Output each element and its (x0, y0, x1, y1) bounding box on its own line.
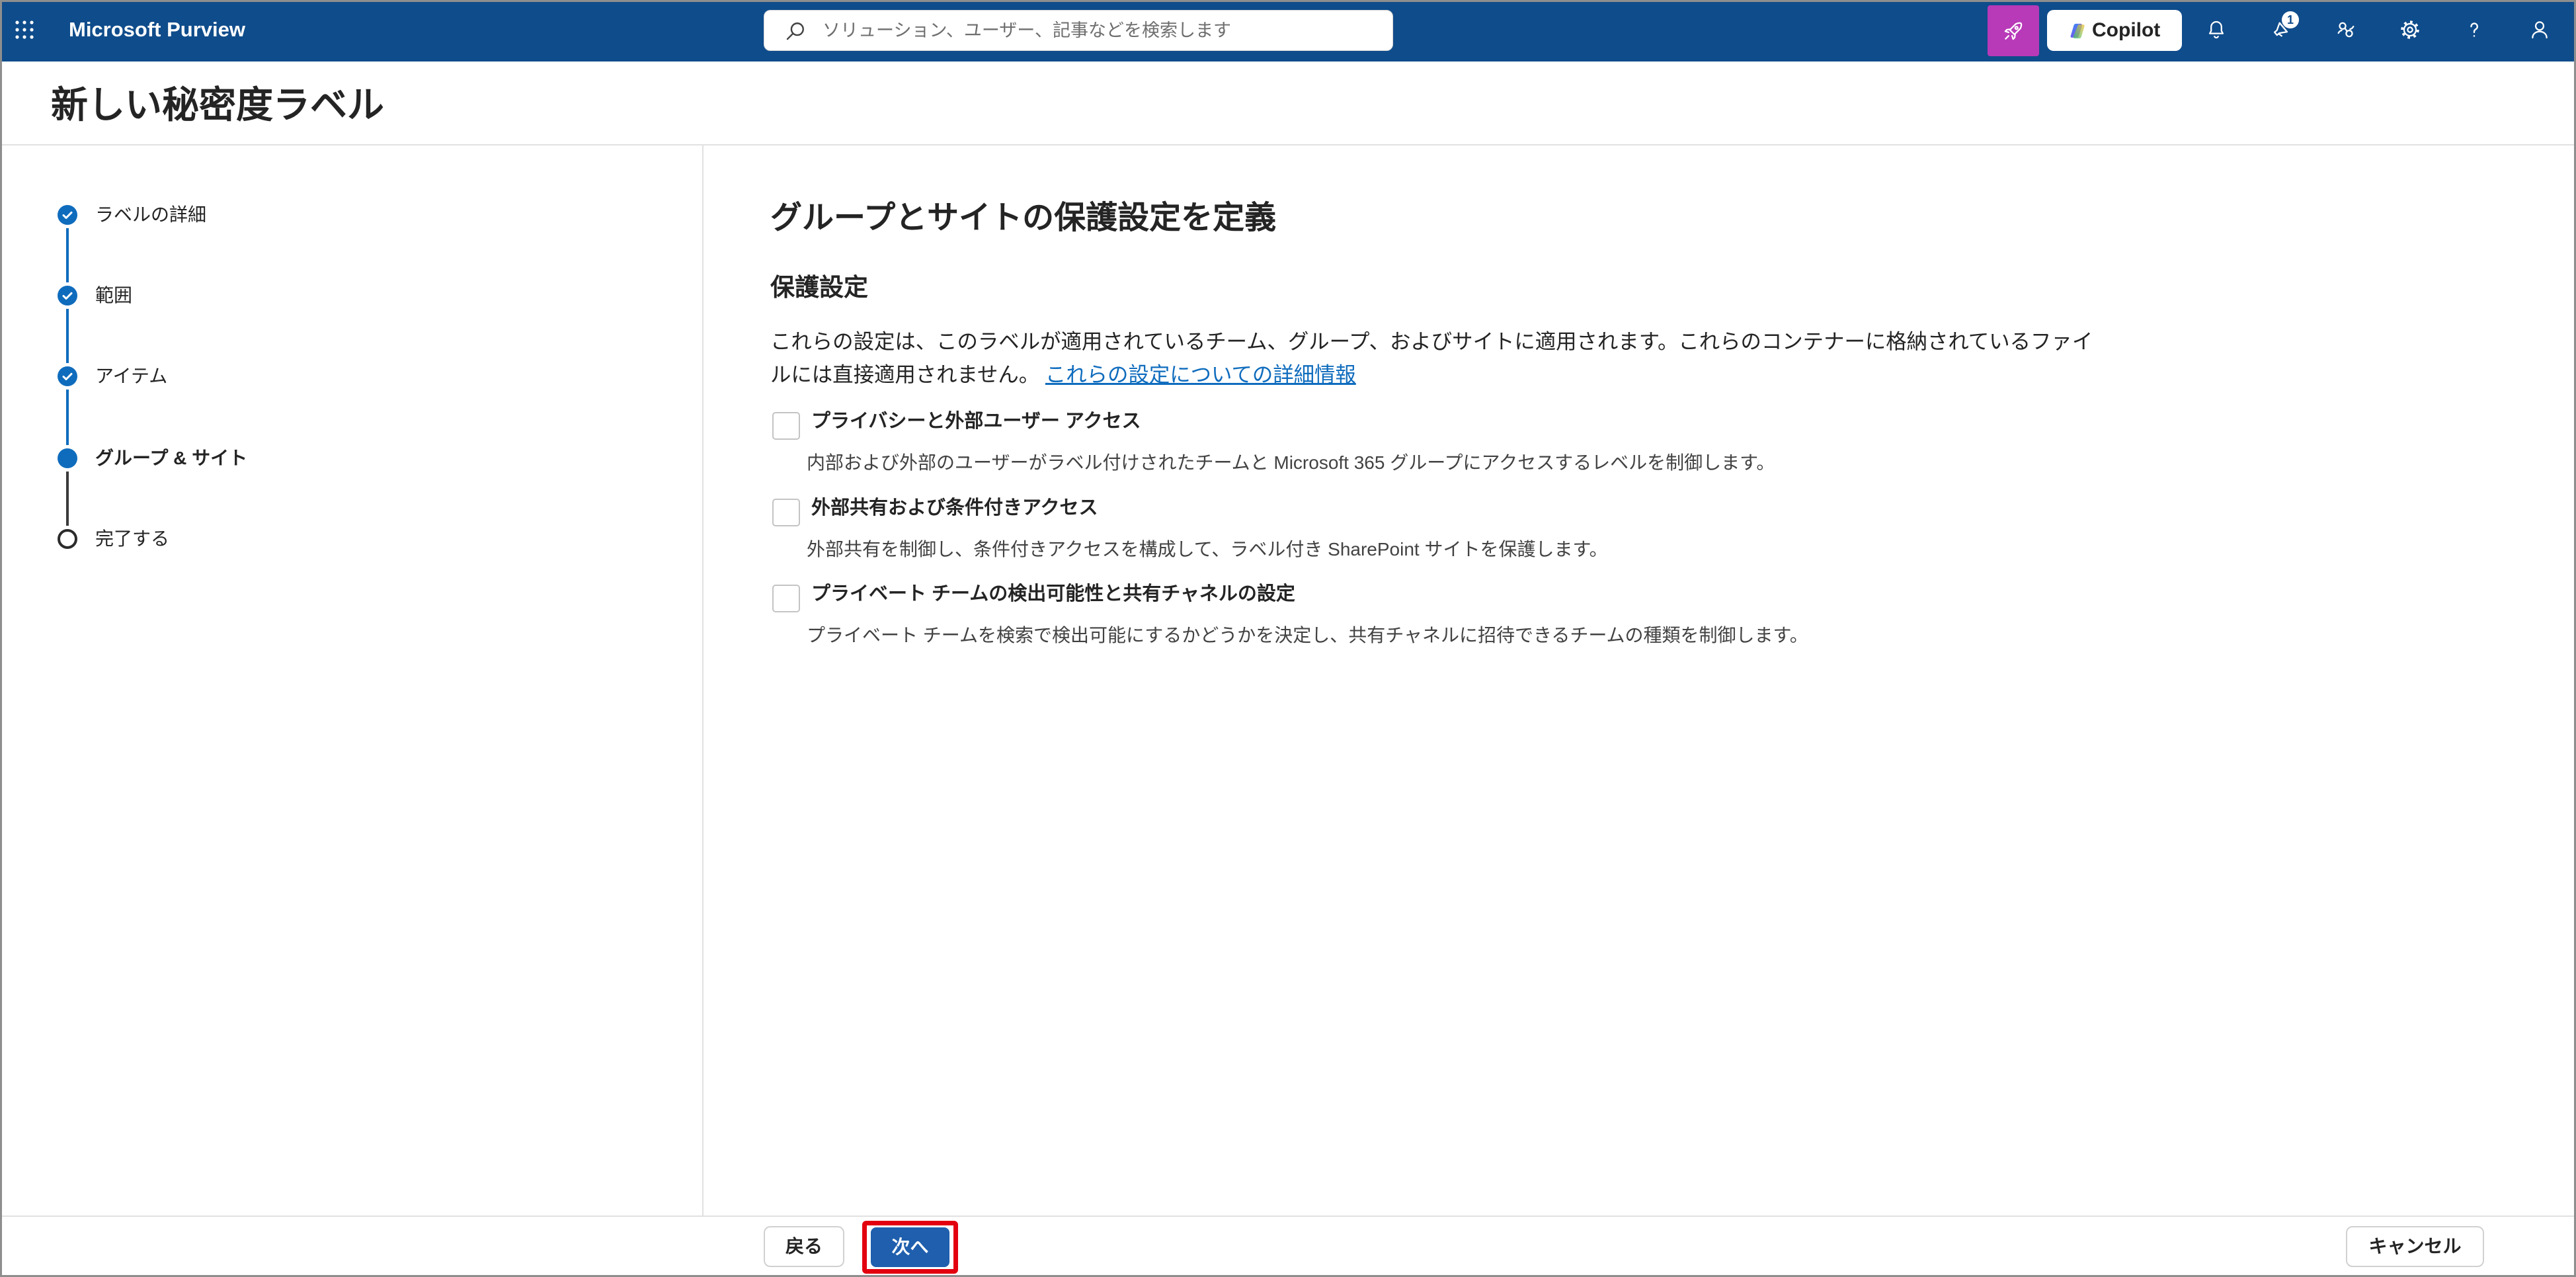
copilot-label: Copilot (2092, 19, 2161, 41)
step-connector (66, 472, 69, 526)
step-indicator (58, 205, 77, 225)
step-connector (66, 390, 69, 445)
external-sharing-checkbox[interactable] (772, 499, 800, 526)
option-private-teams-shared-channels: プライベート チームの検出可能性と共有チャネルの設定 プライベート チームを検索… (772, 581, 1896, 653)
option-privacy-external-access: プライバシーと外部ユーザー アクセス 内部および外部のユーザーがラベル付けされた… (772, 408, 1896, 481)
settings-button[interactable] (2397, 17, 2423, 43)
step-label: アイテム (95, 366, 168, 386)
cancel-button[interactable]: キャンセル (2346, 1226, 2484, 1267)
wizard-step-items[interactable]: アイテム (0, 363, 661, 390)
step-indicator (58, 366, 77, 386)
step-indicator (58, 286, 77, 306)
checkmark-icon (62, 292, 73, 300)
step-label: 範囲 (95, 285, 133, 306)
step-label: グループ & サイト (95, 448, 248, 468)
person-icon (2532, 21, 2548, 39)
search-box[interactable] (764, 10, 1393, 51)
search-icon (784, 20, 807, 42)
step-label: 完了する (95, 528, 170, 549)
step-label: ラベルの詳細 (95, 204, 207, 225)
option-label[interactable]: プライベート チームの検出可能性と共有チャネルの設定 (811, 581, 1295, 607)
app-launcher-button[interactable] (15, 21, 34, 39)
option-external-sharing-conditional-access: 外部共有および条件付きアクセス 外部共有を制御し、条件付きアクセスを構成して、ラ… (772, 495, 1896, 567)
option-label[interactable]: プライバシーと外部ユーザー アクセス (811, 408, 1141, 434)
wizard-step-scope[interactable]: 範囲 (0, 282, 661, 309)
search-input[interactable] (823, 11, 1378, 50)
waffle-icon (15, 21, 34, 39)
option-label[interactable]: 外部共有および条件付きアクセス (811, 495, 1098, 521)
private-teams-checkbox[interactable] (772, 585, 800, 612)
gear-icon (2401, 21, 2419, 39)
option-description: プライベート チームを検索で検出可能にするかどうかを決定し、共有チャネルに招待で… (807, 625, 1808, 645)
step-connector (66, 309, 69, 363)
option-description: 内部および外部のユーザーがラベル付けされたチームと Microsoft 365 … (807, 452, 1775, 473)
description-text: これらの設定は、このラベルが適用されているチーム、グループ、およびサイトに適用さ… (770, 330, 2093, 386)
connections-button[interactable] (2333, 17, 2359, 43)
section-description: これらの設定は、このラベルが適用されているチーム、グループ、およびサイトに適用さ… (770, 325, 2106, 391)
copilot-icon (2070, 23, 2085, 39)
wizard-step-groups-sites: グループ & サイト (0, 445, 661, 472)
next-button[interactable]: 次へ (871, 1227, 949, 1267)
title-divider (0, 144, 2576, 145)
step-indicator (58, 529, 77, 549)
purview-apps-button[interactable] (1988, 5, 2039, 56)
protection-settings-title: 保護設定 (770, 274, 868, 301)
checkmark-icon (62, 211, 73, 219)
checkmark-icon (62, 372, 73, 380)
top-navigation-bar: Microsoft Purview ソリューション、ユーザー、記事などを検索しま… (0, 0, 2576, 62)
rocket-icon (2004, 22, 2023, 40)
section-heading: グループとサイトの保護設定を定義 (770, 200, 1277, 235)
option-description: 外部共有を制御し、条件付きアクセスを構成して、ラベル付き SharePoint … (807, 539, 1608, 559)
bell-icon (2208, 21, 2224, 39)
panel-divider (702, 145, 704, 1215)
copilot-button[interactable]: Copilot (2047, 10, 2182, 51)
notifications-button[interactable] (2203, 17, 2230, 43)
app-title[interactable]: Microsoft Purview (69, 18, 245, 42)
help-icon (2470, 22, 2479, 37)
notification-badge: 1 (2282, 11, 2299, 28)
step-indicator (58, 448, 77, 468)
page-title: 新しい秘密度ラベル (51, 84, 384, 126)
connections-icon (2337, 22, 2355, 38)
back-button[interactable]: 戻る (764, 1226, 844, 1267)
help-button[interactable] (2461, 17, 2487, 43)
account-button[interactable] (2526, 17, 2553, 43)
wizard-step-label-details[interactable]: ラベルの詳細 (0, 202, 661, 228)
privacy-external-access-checkbox[interactable] (772, 412, 800, 440)
app-window: Microsoft Purview ソリューション、ユーザー、記事などを検索しま… (0, 0, 2576, 1277)
learn-more-link[interactable]: これらの設定についての詳細情報 (1045, 363, 1356, 386)
wizard-step-finish: 完了する (0, 526, 661, 552)
step-connector (66, 228, 69, 282)
footer-divider (0, 1215, 2576, 1217)
